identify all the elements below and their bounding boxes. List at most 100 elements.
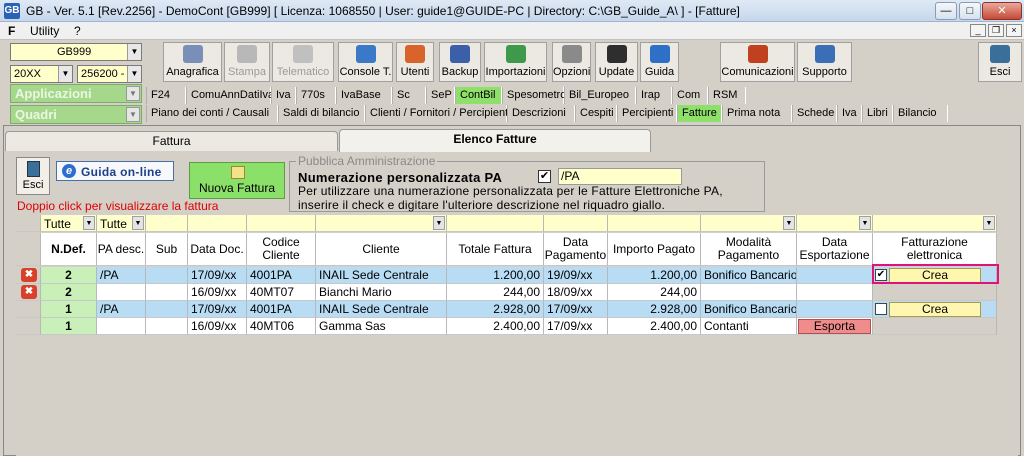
internet-explorer-icon: e [62,164,76,178]
pa-suffix-input[interactable]: /PA [558,168,682,185]
chevron-down-icon[interactable]: ▼ [132,216,144,230]
tab-elenco-fatture[interactable]: Elenco Fatture [339,129,651,152]
minimize-icon[interactable]: — [935,2,957,20]
opzioni-label: Opzioni [553,66,591,78]
tab-ivabase[interactable]: IvaBase [336,87,392,104]
stampa-button[interactable]: Stampa [224,42,270,82]
subtab-percipienti[interactable]: Percipienti [617,105,677,122]
mdi-close-icon[interactable]: × [1006,24,1022,37]
subtab-clienti-fornitori-percipienti[interactable]: Clienti / Fornitori / Percipienti [365,105,511,122]
mdi-restore-icon[interactable]: ❐ [988,24,1004,37]
tab-com[interactable]: Com [672,87,708,104]
esci-button[interactable]: Esci [16,157,50,195]
tab-spesometro[interactable]: Spesometro [502,87,566,104]
comunicazioni-label: Comunicazioni [721,66,794,78]
tab-770s[interactable]: 770s [296,87,336,104]
delete-cell [16,318,41,335]
tab-iva[interactable]: Iva [271,87,296,104]
console-t-button[interactable]: Console T. [338,42,393,82]
tab-fattura[interactable]: Fattura [5,131,338,151]
chevron-down-icon[interactable]: ▼ [83,216,95,230]
table-cell-dpag: 19/09/xx [544,267,608,284]
filter-select[interactable]: Tutte ▼ [41,215,97,232]
subtab-piano-dei-conti-causali[interactable]: Piano dei conti / Causali [146,105,278,122]
maximize-icon[interactable]: □ [959,2,981,20]
supporto-button[interactable]: Supporto [797,42,852,82]
esci-button[interactable]: Esci [978,42,1022,82]
console-icon [355,45,376,63]
anagrafica-button[interactable]: Anagrafica [163,42,222,82]
tab-rsm[interactable]: RSM [708,87,746,104]
filter-cell: ▼ [873,215,997,232]
utenti-button[interactable]: Utenti [396,42,434,82]
subtab-bilancio[interactable]: Bilancio [893,105,948,122]
tab-sep[interactable]: SeP [426,87,455,104]
tab-irap[interactable]: Irap [636,87,672,104]
chevron-down-icon[interactable]: ▼ [983,216,995,230]
code-select[interactable]: 256200 - ▼ [77,65,142,83]
delete-icon[interactable]: ✖ [21,268,37,282]
subtab-cespiti[interactable]: Cespiti [575,105,617,122]
company-select[interactable]: GB999 ▼ [10,43,142,61]
chevron-down-icon[interactable]: ▼ [433,216,445,230]
pubblica-amministrazione-group: Pubblica Amministrazione Numerazione per… [289,154,765,212]
filter-cell: ▼ [701,215,797,232]
subtab-iva[interactable]: Iva [837,105,862,122]
guida-online-button[interactable]: e Guida on-line [56,161,174,181]
subtab-saldi-di-bilancio[interactable]: Saldi di bilancio [278,105,365,122]
help-icon [649,45,670,63]
tabs-row-main: F24 ComuAnnDatiIva Iva 770s IvaBase Sc SeP Cont… [146,87,1021,105]
tab-f24[interactable]: F24 [146,87,186,104]
delete-icon[interactable]: ✖ [21,285,37,299]
table-cell-imp: 2.400,00 [608,318,701,335]
pa-checkbox[interactable]: ✔ [538,170,551,183]
fe-checkbox[interactable] [875,303,887,315]
table-cell-cod: 4001PA [247,267,316,284]
subtab-schede[interactable]: Schede [792,105,837,122]
importazioni-button[interactable]: Importazioni [484,42,547,82]
applicazioni-select[interactable]: Applicazioni ▼ [10,84,142,103]
grid-scrollbar[interactable] [997,215,1018,456]
update-button[interactable]: Update [595,42,638,82]
esporta-button[interactable]: Esporta [798,319,871,334]
table-cell-imp: 1.200,00 [608,267,701,284]
subtab-prima-nota[interactable]: Prima nota [722,105,792,122]
printer-icon [237,45,257,63]
stampa-label: Stampa [228,66,266,78]
support-icon [814,45,835,63]
tab-sc[interactable]: Sc [392,87,426,104]
crea-button[interactable]: Crea [889,302,981,317]
nuova-fattura-button[interactable]: Nuova Fattura [189,162,285,199]
chevron-down-icon[interactable]: ▼ [859,216,871,230]
table-cell-mod: Contanti [701,318,797,335]
update-label: Update [598,66,635,78]
chevron-down-icon: ▼ [126,86,140,101]
chevron-down-icon[interactable]: ▼ [783,216,795,230]
double-click-hint: Doppio click per visualizzare la fattura [17,199,219,213]
subtab-fatture[interactable]: Fatture [677,105,722,122]
guida-button[interactable]: Guida [640,42,679,82]
menu-item-utility[interactable]: Utility [30,24,59,38]
table-cell-pa: /PA [97,267,146,284]
table-cell-data: 16/09/xx [188,284,247,301]
menu-item-help[interactable]: ? [74,24,81,38]
tab-bil-europeo[interactable]: Bil_Europeo [564,87,636,104]
telematico-button[interactable]: Telematico [272,42,334,82]
subtab-descrizioni[interactable]: Descrizioni [507,105,575,122]
opzioni-button[interactable]: Opzioni [552,42,591,82]
subtab-libri[interactable]: Libri [862,105,893,122]
close-icon[interactable]: ✕ [982,2,1022,20]
pa-heading: Numerazione personalizzata PA [298,170,503,185]
mdi-minimize-icon[interactable]: _ [970,24,986,37]
tab-contbil[interactable]: ContBil [455,87,502,104]
filter-select[interactable]: Tutte ▼ [97,215,146,232]
esci-label: Esci [989,66,1011,78]
quadri-select[interactable]: Quadri ▼ [10,105,142,124]
table-cell-tot: 1.200,00 [447,267,544,284]
tab-comuanndatiiva[interactable]: ComuAnnDatiIva [186,87,274,104]
comunicazioni-button[interactable]: Comunicazioni [720,42,795,82]
year-select[interactable]: 20XX ▼ [10,65,73,83]
delete-cell [16,301,41,318]
backup-button[interactable]: Backup [439,42,481,82]
filter-cell [146,215,188,232]
